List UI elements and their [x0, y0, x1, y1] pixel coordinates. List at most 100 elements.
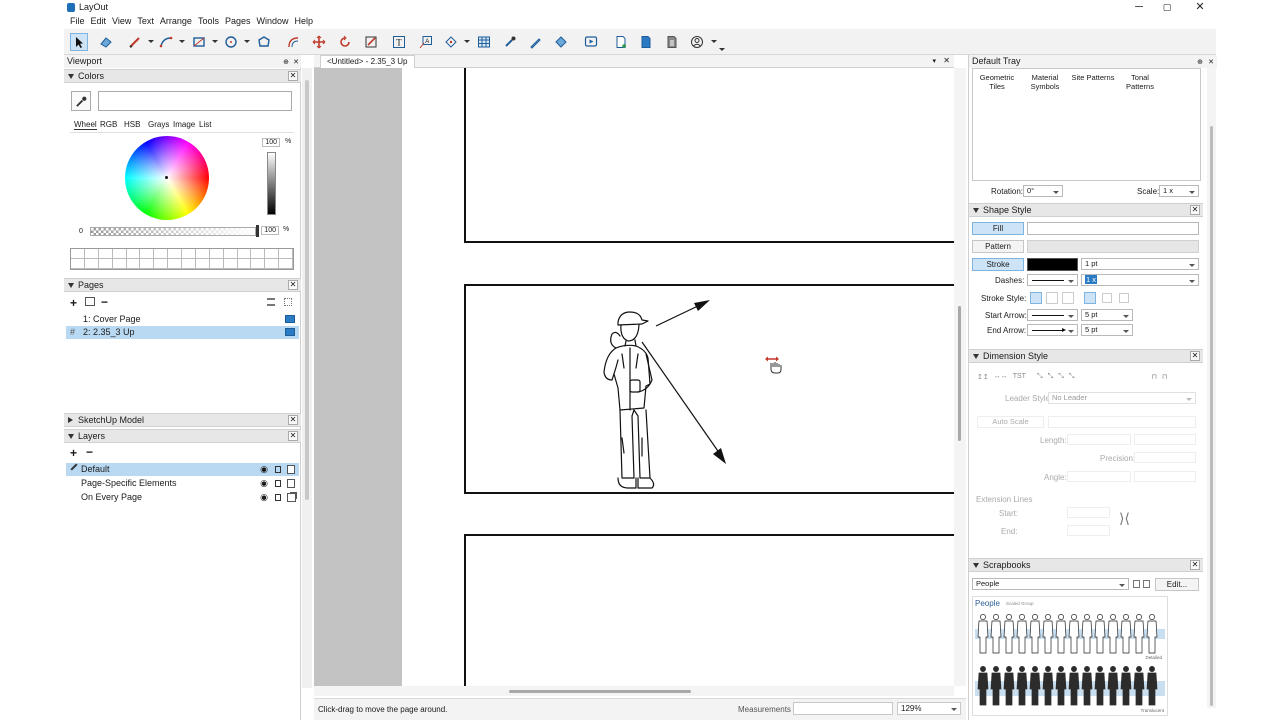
scrapbooks-close-button[interactable]: ✕ [1190, 560, 1200, 570]
start-arrow-size-select[interactable]: 5 pt [1081, 309, 1133, 321]
close-button[interactable]: ✕ [1190, 1, 1210, 14]
color-swatch-cell[interactable] [237, 259, 252, 269]
layers-panel-close-button[interactable]: ✕ [288, 431, 298, 441]
style-tool-button[interactable] [527, 33, 545, 51]
delete-page-minus-button[interactable]: − [101, 295, 108, 309]
link-extension-icon[interactable]: ⟩⟨ [1119, 510, 1141, 534]
dash-pattern-select[interactable] [1027, 274, 1078, 286]
scrapbook-select[interactable]: People [972, 578, 1129, 590]
leader-style-select[interactable]: No Leader [1048, 392, 1196, 404]
circle-tool-dropdown[interactable] [244, 40, 250, 43]
color-swatch-cell[interactable] [112, 259, 127, 269]
layers-panel-header[interactable]: Layers ✕ [64, 429, 301, 443]
visibility-eye-icon[interactable]: ◉ [260, 491, 268, 504]
color-swatch-cell[interactable] [223, 259, 238, 269]
scrapbook-edit-button[interactable]: Edit... [1155, 578, 1199, 591]
table-tool-button[interactable] [475, 33, 493, 51]
sketchup-model-close-button[interactable]: ✕ [288, 415, 298, 425]
rectangle-tool-dropdown[interactable] [212, 40, 218, 43]
menu-arrange[interactable]: Arrange [157, 15, 195, 29]
measurements-input[interactable] [793, 702, 893, 715]
tab-menu-icon[interactable]: ▾ [932, 57, 936, 65]
angle-precision-select[interactable] [1134, 471, 1196, 482]
color-swatch-cell[interactable] [209, 259, 224, 269]
menu-view[interactable]: View [109, 15, 134, 29]
color-swatch-cell[interactable] [98, 249, 113, 259]
pattern-category-material-symbols[interactable]: Material Symbols [1023, 73, 1067, 91]
text-above-icon[interactable]: ↥↥ [977, 373, 989, 385]
cap-style-square-button[interactable] [1062, 292, 1074, 304]
split-tool-button[interactable] [552, 33, 570, 51]
shared-layer-icon[interactable] [287, 465, 295, 474]
pattern-toggle-button[interactable]: Pattern [972, 240, 1024, 253]
fill-toggle-button[interactable]: Fill [972, 222, 1024, 235]
color-swatch-cell[interactable] [195, 249, 210, 259]
arrow-line[interactable] [655, 304, 701, 327]
scrollbar-thumb[interactable] [509, 690, 691, 693]
presentation-button[interactable] [582, 33, 600, 51]
text-below-icon[interactable]: TST [1013, 373, 1026, 385]
visibility-eye-icon[interactable]: ◉ [260, 477, 268, 490]
list-view-icon[interactable] [267, 298, 275, 306]
shared-layer-icon[interactable] [287, 493, 296, 502]
opacity-slider[interactable] [90, 227, 256, 236]
dimension-end-1-icon[interactable]: ⊓ [1151, 373, 1156, 385]
dimension-tool-dropdown[interactable] [464, 40, 470, 43]
color-swatches-grid[interactable] [70, 248, 294, 270]
document-canvas[interactable] [314, 68, 954, 686]
menu-tools[interactable]: Tools [195, 15, 222, 29]
color-swatch-cell[interactable] [279, 259, 293, 269]
colors-panel-close-button[interactable]: ✕ [288, 71, 298, 81]
scrapbook-list-view-icon[interactable] [1133, 580, 1140, 588]
extension-start-select[interactable] [1067, 507, 1110, 518]
extension-end-select[interactable] [1067, 525, 1110, 536]
paper-page[interactable] [402, 68, 954, 686]
tab-grays[interactable]: Grays [148, 120, 169, 129]
join-style-round-button[interactable] [1102, 293, 1112, 303]
tab-list[interactable]: List [199, 120, 211, 129]
menu-window[interactable]: Window [253, 15, 291, 29]
color-swatch-cell[interactable] [71, 249, 85, 259]
color-swatch-cell[interactable] [279, 249, 293, 259]
zoom-select[interactable]: 129% [897, 702, 961, 715]
add-layer-button[interactable]: + [70, 446, 77, 460]
opacity-thumb[interactable] [256, 225, 259, 237]
viewport-frame-top[interactable] [464, 68, 954, 243]
color-swatch-cell[interactable] [140, 249, 155, 259]
auto-scale-select[interactable] [1048, 416, 1196, 428]
color-swatch-cell[interactable] [223, 249, 238, 259]
arc-tool-dropdown[interactable] [179, 40, 185, 43]
rectangle-tool-button[interactable] [190, 33, 208, 51]
left-dock-pin-icon[interactable]: ⊕ [283, 56, 289, 69]
auto-scale-button[interactable]: Auto Scale [977, 416, 1044, 428]
add-page-plus-button[interactable]: + [70, 296, 77, 310]
length-units-select[interactable] [1067, 434, 1131, 445]
color-swatch-cell[interactable] [237, 249, 252, 259]
canvas-horizontal-scrollbar[interactable] [314, 686, 954, 696]
text-angle-2-icon[interactable]: ⤡ [1048, 373, 1054, 385]
move-tool-button[interactable] [310, 33, 328, 51]
color-swatch-cell[interactable] [251, 259, 266, 269]
page-list-item[interactable]: 1: Cover Page [66, 313, 299, 326]
end-arrow-select[interactable] [1027, 324, 1078, 336]
sketchup-model-panel-header[interactable]: SketchUp Model ✕ [64, 413, 301, 427]
color-swatch-cell[interactable] [84, 249, 99, 259]
lock-icon[interactable] [275, 466, 281, 473]
tab-hsb[interactable]: HSB [124, 120, 140, 129]
scrollbar-thumb[interactable] [958, 306, 961, 441]
color-wheel-marker[interactable] [165, 176, 168, 179]
layer-row-default[interactable]: Default ◉ [66, 463, 299, 476]
presentation-monitor-icon[interactable] [285, 315, 295, 323]
line-tool-button[interactable] [126, 33, 144, 51]
arrow-line[interactable] [641, 341, 721, 455]
dimension-style-panel-header[interactable]: Dimension Style ✕ [969, 349, 1203, 363]
start-arrow-select[interactable] [1027, 309, 1078, 321]
rotate-tool-button[interactable] [336, 33, 354, 51]
end-arrow-size-select[interactable]: 5 pt [1081, 324, 1133, 336]
color-swatch-cell[interactable] [251, 249, 266, 259]
canvas-vertical-scrollbar[interactable] [954, 68, 966, 686]
pages-panel-close-button[interactable]: ✕ [288, 280, 298, 290]
layer-row-on-every-page[interactable]: On Every Page ◉ [66, 491, 299, 504]
color-wheel[interactable] [125, 136, 209, 220]
rotation-select[interactable]: 0° [1023, 185, 1063, 197]
